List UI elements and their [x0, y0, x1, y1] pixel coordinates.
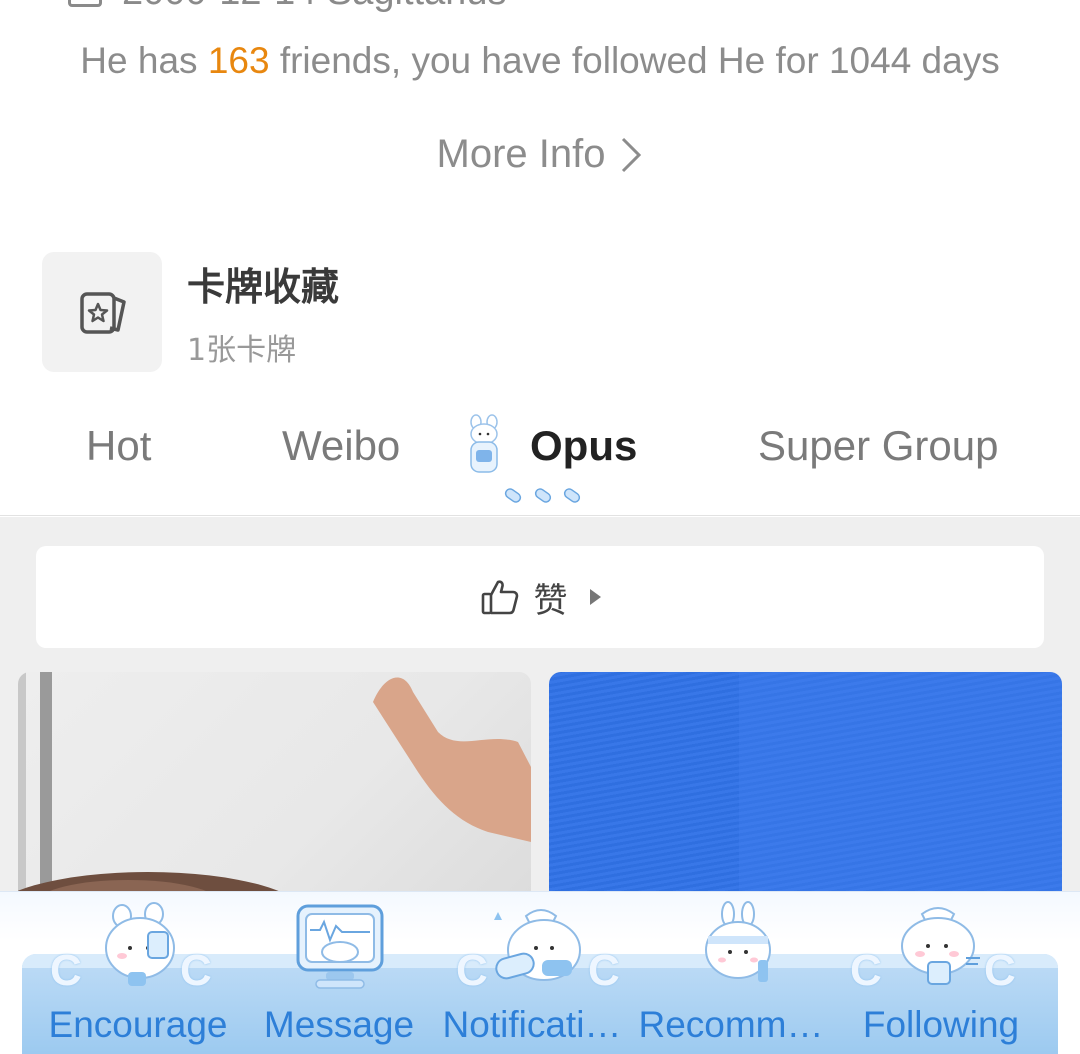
tab-super-group[interactable]: Super Group — [758, 422, 998, 470]
card-collection-thumb — [42, 252, 162, 372]
tab-hot[interactable]: Hot — [86, 422, 151, 470]
more-info-link[interactable]: More Info — [0, 132, 1080, 177]
photo-content-image — [739, 672, 1062, 902]
nav-notification-label: Notificati… — [442, 1004, 622, 1045]
notification-icon — [494, 909, 581, 981]
encourage-icon — [105, 902, 175, 986]
nav-encourage[interactable]: Encourage — [40, 892, 236, 1054]
chevron-right-icon — [622, 137, 642, 172]
nav-message[interactable]: Message — [254, 892, 424, 1054]
nav-encourage-label: Encourage — [48, 1004, 228, 1045]
bottom-nav-bar: C C C C C C Encourage Message Notificati… — [0, 891, 1080, 1054]
tab-opus[interactable]: Opus — [530, 422, 637, 470]
thumbs-up-icon — [481, 580, 518, 615]
message-icon — [296, 904, 384, 989]
active-tab-indicator — [504, 488, 581, 503]
card-collection-title: 卡牌收藏 — [187, 264, 340, 309]
friends-summary: He has 163 friends, you have followed He… — [0, 40, 1080, 82]
photo-content-image — [18, 672, 531, 902]
nav-recommend-label: Recomm… — [638, 1004, 824, 1045]
mascot-bunny-icon — [470, 414, 498, 473]
more-info-label: More Info — [436, 132, 606, 176]
friends-count[interactable]: 163 — [208, 40, 270, 81]
likes-label: 赞 — [533, 580, 568, 621]
calendar-icon — [68, 0, 102, 7]
card-star-icon — [80, 292, 126, 334]
tab-weibo[interactable]: Weibo — [282, 422, 400, 470]
card-collection-count: 1张卡牌 — [187, 332, 297, 368]
profile-page: 2000-12-14 Sagittarius He has 163 friend… — [0, 0, 1080, 1054]
opus-thumbnail[interactable] — [549, 672, 1062, 902]
likes-filter-bar[interactable]: 赞 — [36, 546, 1044, 648]
card-collection-entry[interactable]: 卡牌收藏 1张卡牌 — [42, 252, 642, 372]
opus-thumbnail[interactable] — [18, 672, 531, 902]
recommend-icon — [705, 901, 771, 982]
friends-prefix: He has — [80, 40, 208, 81]
nav-notification[interactable]: Notificati… — [436, 892, 628, 1054]
following-icon — [901, 907, 980, 985]
nav-message-label: Message — [263, 1004, 415, 1045]
caret-right-icon — [589, 589, 601, 605]
nav-following[interactable]: Following — [846, 892, 1036, 1054]
birthday-row: 2000-12-14 Sagittarius — [68, 0, 506, 14]
friends-suffix: friends, you have followed He for 1044 d… — [269, 40, 1000, 81]
nav-following-label: Following — [862, 1004, 1020, 1045]
birthday-text: 2000-12-14 Sagittarius — [122, 0, 506, 14]
nav-recommend[interactable]: Recomm… — [638, 892, 824, 1054]
